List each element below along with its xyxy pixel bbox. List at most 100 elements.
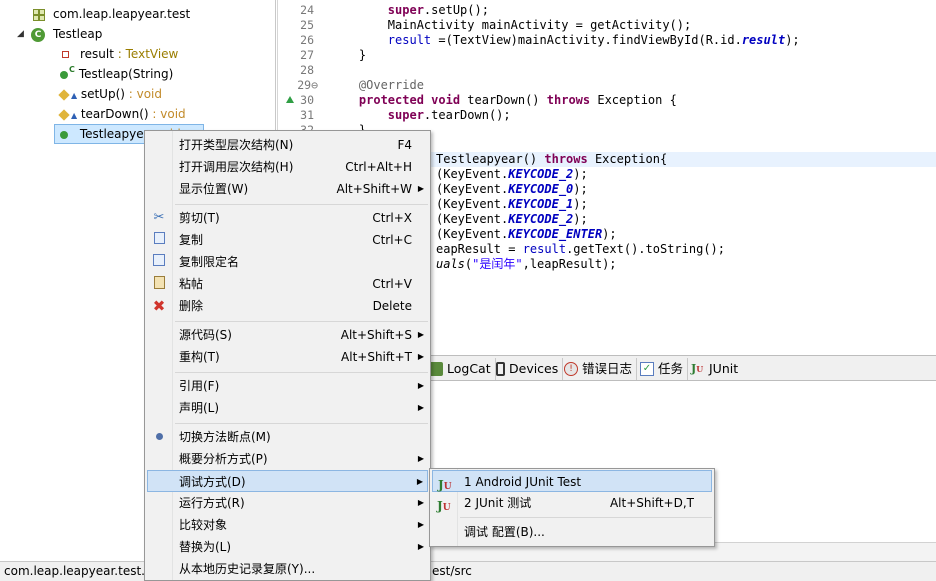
line-number: 27: [300, 48, 314, 62]
code-line[interactable]: protected void tearDown() throws Excepti…: [330, 93, 677, 108]
code-line[interactable]: result =(TextView)mainActivity.findViewB…: [330, 33, 800, 48]
menu-item-copy-qualified-name[interactable]: 复制限定名: [147, 251, 428, 273]
error-log-icon: !: [564, 361, 578, 376]
copy-qualified-name-icon: [151, 254, 167, 270]
tree-item-teardown[interactable]: ▲ tearDown() : void: [58, 104, 186, 124]
line-number: 29⊖: [297, 78, 318, 92]
package-icon: [33, 8, 45, 21]
code-line[interactable]: uals("是闰年",leapResult);: [436, 257, 617, 272]
line-number: 28: [300, 63, 314, 77]
delete-icon: ✖: [152, 297, 166, 315]
code-line[interactable]: @Override: [330, 78, 424, 93]
code-line[interactable]: MainActivity mainActivity = getActivity(…: [330, 18, 691, 33]
context-menu: 打开类型层次结构(N) F4 打开调用层次结构(H) Ctrl+Alt+H 显示位置…: [144, 130, 431, 581]
tree-item-package[interactable]: com.leap.leapyear.test: [33, 4, 190, 24]
tab-devices[interactable]: Devices: [494, 358, 564, 380]
menu-item-cut[interactable]: ✂ 剪切(T) Ctrl+X: [147, 207, 428, 229]
code-line[interactable]: eapResult = result.getText().toString();: [436, 242, 725, 257]
constructor-icon: C: [69, 65, 75, 74]
submenu-arrow-icon: ▶: [417, 184, 424, 193]
menu-item-replace-with[interactable]: 替换为(L) ▶: [147, 536, 428, 558]
menu-item-debug-configurations[interactable]: 调试 配置(B)...: [432, 521, 712, 543]
junit-icon: JU: [437, 499, 451, 513]
menu-separator: [175, 204, 428, 205]
menu-separator: [175, 321, 428, 322]
line-number: 30: [300, 93, 314, 107]
code-line[interactable]: (KeyEvent.KEYCODE_1);: [436, 197, 588, 212]
menu-item-references[interactable]: 引用(F) ▶: [147, 375, 428, 397]
menu-item-copy[interactable]: 复制 Ctrl+C: [147, 229, 428, 251]
submenu-arrow-icon: ▶: [417, 403, 424, 412]
code-line[interactable]: Testleapyear() throws Exception{: [436, 152, 667, 167]
public-method-icon: [60, 70, 68, 79]
line-number: 25: [300, 18, 314, 32]
tree-item-field-result[interactable]: result : TextView: [62, 44, 178, 64]
device-phone-icon: [496, 361, 505, 376]
code-line[interactable]: (KeyEvent.KEYCODE_0);: [436, 182, 588, 197]
private-field-icon: [62, 51, 69, 58]
menu-item-debug-as[interactable]: 调试方式(D) ▶: [147, 470, 428, 492]
line-number: 24: [300, 3, 314, 17]
public-method-icon: [60, 130, 68, 139]
menu-item-declarations[interactable]: 声明(L) ▶: [147, 397, 428, 419]
code-line[interactable]: super.setUp();: [330, 3, 489, 18]
tasks-icon: ✓: [640, 361, 654, 376]
submenu-arrow-icon: ▶: [417, 498, 424, 507]
paste-icon: [151, 276, 167, 292]
submenu-arrow-icon: ▶: [417, 330, 424, 339]
submenu-arrow-icon: ▶: [417, 520, 424, 529]
menu-item-paste[interactable]: 粘帖 Ctrl+V: [147, 273, 428, 295]
menu-item-delete[interactable]: ✖ 删除 Delete: [147, 295, 428, 317]
menu-item-source[interactable]: 源代码(S) Alt+Shift+S ▶: [147, 324, 428, 346]
tab-tasks[interactable]: ✓ 任务: [638, 358, 689, 380]
menu-item-profile-as[interactable]: 概要分析方式(P) ▶: [147, 448, 428, 470]
menu-separator: [175, 423, 428, 424]
menu-separator: [460, 517, 712, 518]
class-icon: C: [31, 27, 45, 42]
submenu-arrow-icon: ▶: [417, 381, 424, 390]
debug-as-submenu: JU 1 Android JUnit Test JU 2 JUnit 测试 Alt…: [429, 468, 715, 547]
menu-separator: [175, 372, 428, 373]
tab-error-log[interactable]: ! 错误日志: [562, 358, 638, 380]
line-number: 26: [300, 33, 314, 47]
menu-item-open-type-hierarchy[interactable]: 打开类型层次结构(N) F4: [147, 134, 428, 156]
code-line[interactable]: (KeyEvent.KEYCODE_ENTER);: [436, 227, 617, 242]
submenu-arrow-icon: ▶: [416, 477, 423, 486]
tab-junit[interactable]: JU JUnit: [689, 358, 742, 380]
menu-item-restore-from-local-history[interactable]: 从本地历史记录复原(Y)...: [147, 558, 428, 580]
code-line[interactable]: (KeyEvent.KEYCODE_2);: [436, 167, 588, 182]
status-bar: com.leap.leapyear.test.T est/src: [0, 561, 936, 581]
menu-item-show-in[interactable]: 显示位置(W) Alt+Shift+W ▶: [147, 178, 428, 200]
submenu-arrow-icon: ▶: [417, 352, 424, 361]
override-marker-icon[interactable]: [286, 96, 294, 103]
menu-item-open-call-hierarchy[interactable]: 打开调用层次结构(H) Ctrl+Alt+H: [147, 156, 428, 178]
copy-icon: [151, 232, 167, 248]
tab-logcat[interactable]: LogCat: [427, 358, 496, 380]
breakpoint-icon: [151, 429, 167, 445]
submenu-arrow-icon: ▶: [417, 454, 424, 463]
tree-expand-icon[interactable]: ◢: [17, 24, 24, 44]
override-icon: ▲: [71, 91, 78, 100]
status-left-text: com.leap.leapyear.test.T: [4, 564, 153, 578]
code-line[interactable]: }: [330, 48, 366, 63]
line-number: 31: [300, 108, 314, 122]
menu-item-junit-test[interactable]: JU 2 JUnit 测试 Alt+Shift+D,T: [432, 492, 712, 514]
override-icon: ▲: [71, 111, 78, 120]
menu-item-refactor[interactable]: 重构(T) Alt+Shift+T ▶: [147, 346, 428, 368]
protected-method-icon: [58, 88, 70, 101]
junit-icon: JU: [691, 361, 704, 375]
menu-item-compare-with[interactable]: 比较对象 ▶: [147, 514, 428, 536]
menu-item-android-junit-test[interactable]: JU 1 Android JUnit Test: [432, 470, 712, 492]
status-right-text: est/src: [432, 564, 472, 578]
tree-item-class-testleap[interactable]: ◢ C Testleap: [0, 24, 270, 44]
scissors-icon: ✂: [153, 210, 165, 225]
code-line[interactable]: super.tearDown();: [330, 108, 511, 123]
tree-item-constructor[interactable]: C Testleap(String): [60, 64, 173, 84]
submenu-arrow-icon: ▶: [417, 542, 424, 551]
logcat-icon: [429, 361, 443, 376]
tree-item-setup[interactable]: ▲ setUp() : void: [58, 84, 162, 104]
menu-item-run-as[interactable]: 运行方式(R) ▶: [147, 492, 428, 514]
code-line[interactable]: (KeyEvent.KEYCODE_2);: [436, 212, 588, 227]
menu-item-toggle-method-breakpoint[interactable]: 切换方法断点(M): [147, 426, 428, 448]
protected-method-icon: [58, 108, 70, 121]
